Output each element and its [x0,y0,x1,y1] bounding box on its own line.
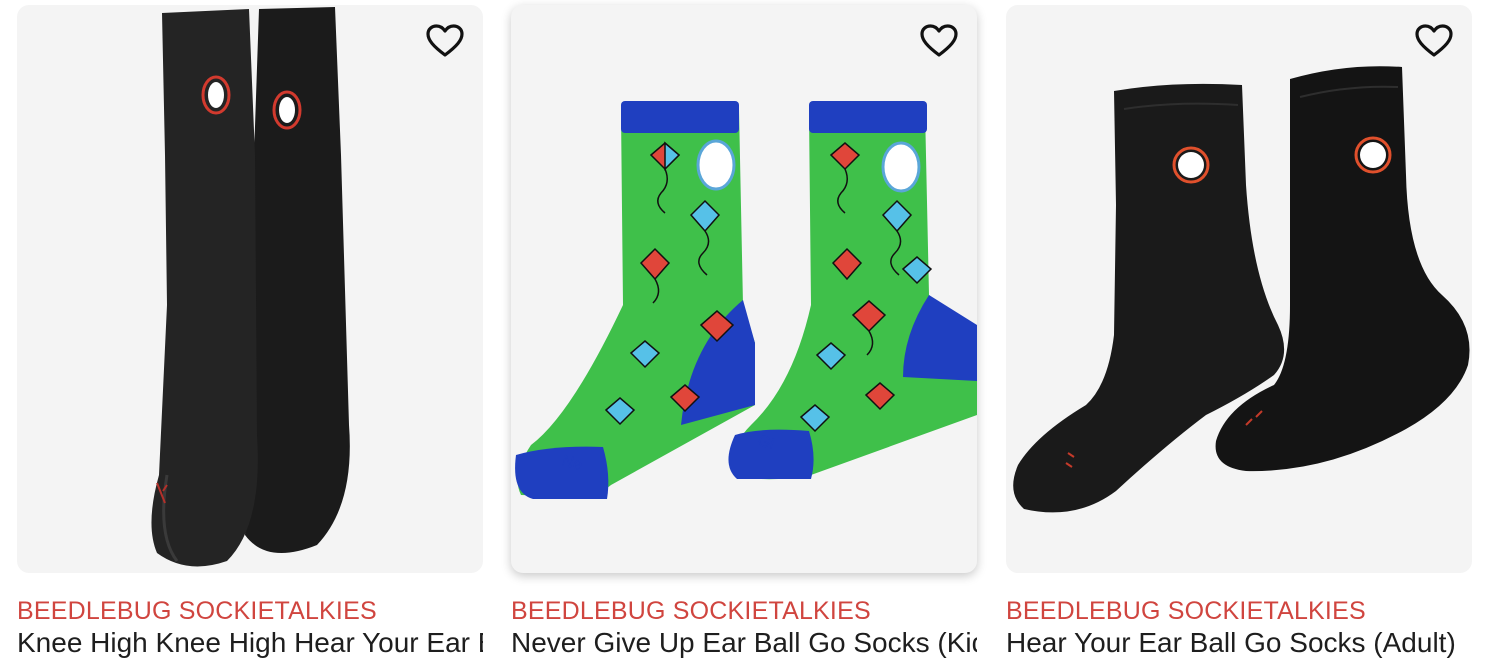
wishlist-button[interactable] [425,21,465,61]
black-crew-socks-image [1013,66,1470,513]
product-image[interactable]: Ne Gi [511,5,977,573]
product-brand[interactable]: BEEDLEBUG SOCKIETALKIES [1006,597,1366,626]
product-brand[interactable]: BEEDLEBUG SOCKIETALKIES [17,597,377,626]
product-card[interactable]: Ne Gi BEEDLEBUG SOCKIETALKIES Never Give… [511,5,977,658]
wishlist-button[interactable] [1414,21,1454,61]
product-card[interactable]: BEEDLEBUG SOCKIETALKIES Knee High Knee H… [17,5,483,658]
product-title[interactable]: Knee High Knee High Hear Your Ear Ball S… [17,627,483,659]
heart-outline-icon [426,24,464,57]
black-knee-high-socks-image [151,7,350,567]
heart-outline-icon [920,24,958,57]
product-title[interactable]: Hear Your Ear Ball Go Socks (Adult) [1006,627,1472,659]
product-grid: BEEDLEBUG SOCKIETALKIES Knee High Knee H… [0,0,1508,658]
product-title[interactable]: Never Give Up Ear Ball Go Socks (Kids) [511,627,977,659]
product-card[interactable]: BEEDLEBUG SOCKIETALKIES Hear Your Ear Ba… [1006,5,1472,658]
product-image[interactable] [1006,5,1472,573]
wishlist-button[interactable] [919,21,959,61]
product-brand[interactable]: BEEDLEBUG SOCKIETALKIES [511,597,871,626]
product-image[interactable] [17,5,483,573]
heart-outline-icon [1415,24,1453,57]
green-kite-socks-image: Ne Gi [515,101,977,499]
